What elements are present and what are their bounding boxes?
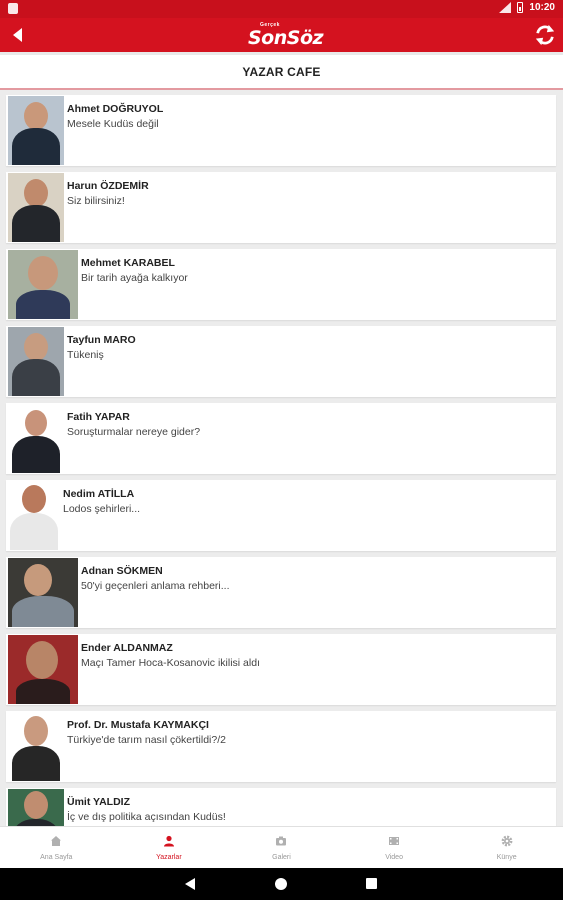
camera-icon [276, 836, 287, 846]
author-name: Ahmet DOĞRUYOL [67, 103, 164, 115]
app-logo: Gerçek SonSöz [246, 22, 324, 49]
author-headline: Mesele Kudüs değil [67, 118, 159, 130]
system-recents-icon[interactable] [366, 878, 377, 889]
author-avatar [8, 327, 64, 396]
author-headline: Türkiye'de tarım nasıl çökertildi?/2 [67, 734, 226, 746]
signal-icon [499, 2, 512, 13]
author-headline: Siz bilirsiniz! [67, 195, 125, 207]
author-avatar [8, 635, 78, 704]
author-avatar [8, 250, 78, 319]
nav-home-label: Ana Sayfa [40, 854, 73, 861]
nav-home[interactable]: Ana Sayfa [0, 827, 113, 868]
author-name: Fatih YAPAR [67, 411, 130, 423]
person-icon [163, 835, 174, 847]
author-avatar [8, 404, 64, 473]
author-card[interactable]: Ahmet DOĞRUYOL Mesele Kudüs değil [6, 95, 556, 166]
system-back-icon[interactable] [185, 878, 195, 890]
author-headline: 50'yi geçenleri anlama rehberi... [81, 580, 230, 592]
author-card[interactable]: Fatih YAPAR Soruşturmalar nereye gider? [6, 403, 556, 474]
video-icon [389, 837, 400, 845]
author-avatar [8, 173, 64, 242]
author-card[interactable]: Adnan SÖKMEN 50'yi geçenleri anlama rehb… [6, 557, 556, 628]
author-headline: İç ve dış politika açısından Kudüs! [67, 811, 226, 823]
author-headline: Bir tarih ayağa kalkıyor [81, 272, 188, 284]
author-avatar [8, 558, 78, 627]
author-avatar [8, 96, 64, 165]
gear-icon [501, 835, 513, 847]
author-name: Nedim ATİLLA [63, 488, 135, 500]
refresh-button[interactable] [534, 24, 556, 46]
author-card[interactable]: Mehmet KARABEL Bir tarih ayağa kalkıyor [6, 249, 556, 320]
status-indicators: 10:20 [499, 2, 555, 13]
back-button[interactable] [8, 25, 28, 45]
app-bar: Gerçek SonSöz [0, 18, 563, 52]
bottom-navigation: Ana Sayfa Yazarlar Galeri Video Künye [0, 826, 563, 868]
author-headline: Tükeniş [67, 349, 104, 361]
author-name: Mehmet KARABEL [81, 257, 175, 269]
author-name: Adnan SÖKMEN [81, 565, 163, 577]
page-title-bar: YAZAR CAFE [0, 52, 563, 90]
notification-icon [8, 3, 18, 14]
home-icon [51, 836, 62, 846]
nav-authors-label: Yazarlar [156, 854, 182, 861]
author-card[interactable]: Ümit YALDIZ İç ve dış politika açısından… [6, 788, 556, 826]
author-card[interactable]: Tayfun MARO Tükeniş [6, 326, 556, 397]
author-card[interactable]: Harun ÖZDEMİR Siz bilirsiniz! [6, 172, 556, 243]
nav-authors[interactable]: Yazarlar [113, 827, 226, 868]
author-card[interactable]: Nedim ATİLLA Lodos şehirleri... [6, 480, 556, 551]
page-title: YAZAR CAFE [242, 64, 321, 79]
author-name: Ümit YALDIZ [67, 796, 131, 808]
system-navigation-bar [0, 868, 563, 900]
nav-imprint-label: Künye [496, 854, 517, 861]
nav-video[interactable]: Video [338, 827, 451, 868]
author-headline: Lodos şehirleri... [63, 503, 141, 515]
author-avatar [8, 712, 64, 781]
author-avatar [8, 481, 60, 550]
nav-gallery-label: Galeri [272, 854, 291, 861]
logo-text: SonSöz [248, 27, 324, 49]
status-bar: 10:20 [0, 0, 563, 18]
nav-video-label: Video [385, 854, 403, 861]
author-name: Harun ÖZDEMİR [67, 180, 149, 192]
status-time: 10:20 [529, 2, 555, 13]
author-headline: Soruşturmalar nereye gider? [67, 426, 201, 438]
refresh-icon [535, 24, 555, 46]
nav-gallery[interactable]: Galeri [225, 827, 338, 868]
author-headline: Maçı Tamer Hoca-Kosanovic ikilisi aldı [81, 657, 260, 669]
author-card[interactable]: Prof. Dr. Mustafa KAYMAKÇI Türkiye'de ta… [6, 711, 556, 782]
battery-icon [517, 2, 524, 13]
author-avatar [8, 789, 64, 826]
nav-imprint[interactable]: Künye [450, 827, 563, 868]
author-name: Ender ALDANMAZ [81, 642, 173, 654]
author-name: Prof. Dr. Mustafa KAYMAKÇI [67, 719, 209, 731]
author-card[interactable]: Ender ALDANMAZ Maçı Tamer Hoca-Kosanovic… [6, 634, 556, 705]
system-home-icon[interactable] [275, 878, 287, 890]
author-name: Tayfun MARO [67, 334, 136, 346]
